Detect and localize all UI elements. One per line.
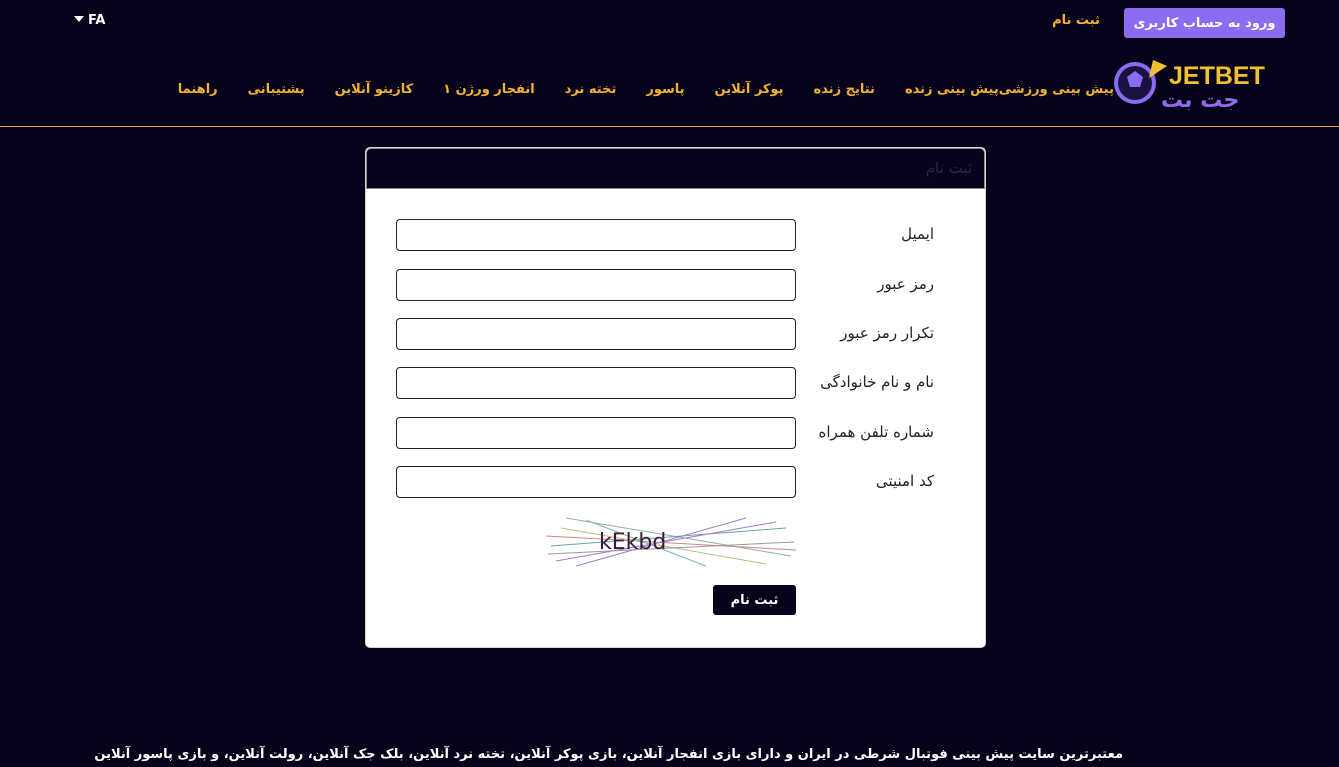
captcha-text: kEkbd [599, 530, 666, 555]
nav-live-betting[interactable]: پیش بینی زنده [905, 82, 999, 97]
nav-crash-v1[interactable]: انفجار ورژن ۱ [443, 82, 535, 97]
security-code-label: کد امنیتی [875, 472, 934, 490]
nav-sports-betting[interactable]: پیش بینی ورزشی [999, 82, 1114, 97]
card-title: ثبت نام [925, 159, 972, 177]
signup-link[interactable]: ثبت نام [1040, 13, 1112, 28]
fullname-label: نام و نام خانوادگی [820, 373, 934, 391]
confirm-password-row: تکرار رمز عبور [366, 318, 985, 350]
password-row: رمز عبور [366, 269, 985, 301]
confirm-password-label: تکرار رمز عبور [840, 324, 934, 342]
footer-description: معتبرترین سایت پیش بینی فوتبال شرطی در ا… [94, 747, 1123, 762]
nav-online-poker[interactable]: پوکر آنلاین [715, 82, 784, 97]
password-label: رمز عبور [877, 275, 934, 293]
email-field[interactable] [396, 219, 796, 251]
email-row: ایمیل [366, 219, 985, 251]
caret-down-icon [74, 16, 84, 22]
captcha-image: kEkbd [546, 517, 796, 567]
logo-latin: JETBET [1169, 62, 1265, 90]
nav-pasur[interactable]: پاسور [646, 82, 684, 97]
confirm-password-field[interactable] [396, 318, 796, 350]
fullname-row: نام و نام خانوادگی [366, 367, 985, 399]
nav-backgammon[interactable]: تخته نرد [565, 82, 617, 97]
logo-persian: جت بت [1161, 88, 1239, 110]
phone-label: شماره تلفن همراه [818, 423, 934, 441]
site-header: FA ورود به حساب کاربری ثبت نام پیش بینی … [0, 0, 1339, 127]
card-header: ثبت نام [366, 148, 985, 189]
jetbet-logo[interactable]: JETBET جت بت [1113, 56, 1275, 110]
phone-field[interactable] [396, 417, 796, 449]
signup-card: ثبت نام ایمیل رمز عبور تکرار رمز عبور نا… [365, 147, 986, 648]
plane-icon [1149, 60, 1167, 78]
password-field[interactable] [396, 269, 796, 301]
nav-support[interactable]: پشتیبانی [248, 82, 305, 97]
main-nav: پیش بینی ورزشی پیش بینی زنده نتایج زنده … [148, 80, 1114, 98]
language-label: FA [88, 13, 106, 28]
phone-row: شماره تلفن همراه [366, 417, 985, 449]
login-button[interactable]: ورود به حساب کاربری [1124, 8, 1285, 38]
language-selector[interactable]: FA [74, 13, 105, 28]
nav-online-casino[interactable]: کازینو آنلاین [335, 82, 414, 97]
nav-help[interactable]: راهنما [178, 82, 218, 97]
security-code-row: کد امنیتی [366, 466, 985, 498]
email-label: ایمیل [901, 225, 934, 243]
submit-button[interactable]: ثبت نام [713, 585, 796, 615]
security-code-field[interactable] [396, 466, 796, 498]
fullname-field[interactable] [396, 367, 796, 399]
nav-live-results[interactable]: نتایج زنده [814, 82, 875, 97]
